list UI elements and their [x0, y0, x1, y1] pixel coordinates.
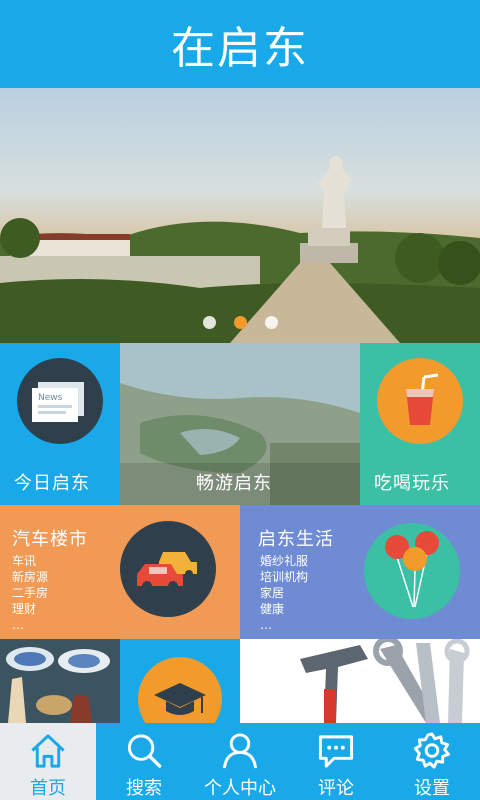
list-item[interactable]: 车讯 — [12, 553, 48, 569]
drink-icon — [377, 358, 463, 444]
list-item-more[interactable]: … — [12, 617, 48, 633]
search-icon — [127, 734, 162, 768]
tile-today-qidong[interactable]: News 今日启东 — [0, 343, 120, 505]
tile-label: 畅游启东 — [196, 473, 272, 494]
tile-food-fun[interactable]: 吃喝玩乐 — [360, 343, 480, 505]
tab-comments[interactable]: 评论 — [288, 723, 384, 800]
user-icon — [222, 733, 258, 769]
list-item-more[interactable]: … — [260, 617, 308, 633]
svg-text:News: News — [38, 393, 63, 403]
tab-label: 首页 — [30, 778, 66, 799]
tile-label: 汽车楼市 — [12, 529, 88, 550]
tile-antiques[interactable] — [0, 639, 120, 723]
banner-carousel[interactable] — [0, 88, 480, 343]
tab-label: 设置 — [414, 778, 450, 799]
tab-label: 评论 — [318, 778, 354, 799]
tab-settings[interactable]: 设置 — [384, 723, 480, 800]
tab-search[interactable]: 搜索 — [96, 723, 192, 800]
tile-label: 启东生活 — [258, 529, 334, 550]
tile-education[interactable] — [120, 639, 240, 723]
carousel-indicators — [0, 316, 480, 329]
tab-label: 个人中心 — [204, 778, 276, 799]
tile-qidong-life[interactable]: 启东生活 婚纱礼服 培训机构 家居 健康 … — [240, 505, 480, 639]
comment-icon — [318, 735, 354, 768]
list-item[interactable]: 婚纱礼服 — [260, 553, 308, 569]
balloons-icon — [364, 523, 460, 619]
app-title: 在启东 — [171, 23, 309, 74]
list-item[interactable]: 理财 — [12, 601, 48, 617]
cars-sub-list: 车讯 新房源 二手房 理财 … — [12, 553, 48, 633]
list-item[interactable]: 家居 — [260, 585, 308, 601]
list-item[interactable]: 健康 — [260, 601, 308, 617]
bottom-tab-bar: 首页 搜索 个人中心 评论 设置 — [0, 723, 480, 800]
tile-label: 吃喝玩乐 — [374, 473, 450, 494]
tile-cars-housing[interactable]: 汽车楼市 车讯 新房源 二手房 理财 … — [0, 505, 240, 639]
carousel-dot-active[interactable] — [233, 316, 247, 329]
cars-icon — [120, 521, 216, 617]
life-sub-list: 婚纱礼服 培训机构 家居 健康 … — [260, 553, 308, 633]
list-item[interactable]: 培训机构 — [260, 569, 308, 585]
list-item[interactable]: 二手房 — [12, 585, 48, 601]
graduation-cap-icon — [138, 657, 222, 723]
tile-tools[interactable] — [240, 639, 480, 723]
tab-profile[interactable]: 个人中心 — [192, 723, 288, 800]
carousel-dot[interactable] — [264, 316, 278, 329]
tile-travel-qidong[interactable]: 畅游启东 — [120, 343, 360, 505]
gear-icon — [413, 732, 451, 769]
app-header: 在启东 — [0, 0, 480, 88]
banner-image — [0, 156, 480, 343]
tile-label: 今日启东 — [14, 473, 90, 494]
tab-home[interactable]: 首页 — [0, 723, 96, 800]
list-item[interactable]: 新房源 — [12, 569, 48, 585]
carousel-dot[interactable] — [202, 316, 216, 329]
antiques-photo — [0, 639, 120, 723]
newspaper-icon: News — [17, 358, 103, 444]
home-icon — [31, 734, 65, 768]
tab-label: 搜索 — [126, 778, 162, 799]
tools-icon — [240, 639, 480, 723]
